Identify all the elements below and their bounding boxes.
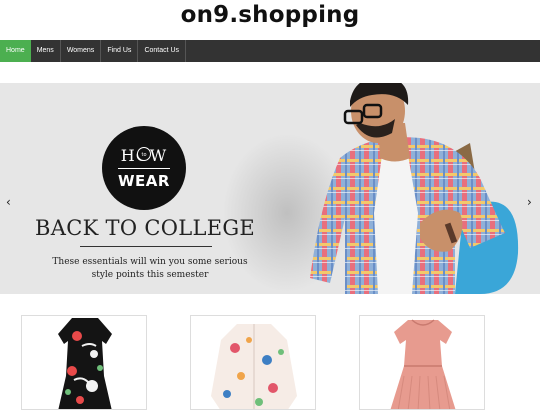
nav-item-home[interactable]: Home xyxy=(0,40,31,62)
banner-subtitle-line-2: style points this semester xyxy=(91,270,209,280)
site-title: on9.shopping xyxy=(180,2,360,28)
how-to-wear-badge: HOW to WEAR xyxy=(102,126,186,210)
badge-to-text: to xyxy=(137,147,151,161)
floral-white-blouse-image xyxy=(211,324,297,409)
hero-banner: HOW to WEAR BACK TO COLLEGE These essent… xyxy=(0,83,540,294)
main-nav: Home Mens Womens Find Us Contact Us xyxy=(0,40,540,62)
banner-subtitle-line-1: These essentials will win you some serio… xyxy=(52,257,248,267)
banner-heading: BACK TO COLLEGE xyxy=(35,216,256,240)
product-card[interactable] xyxy=(21,315,147,410)
product-card[interactable] xyxy=(190,315,316,410)
floral-black-dress-image xyxy=(58,318,112,409)
badge-wear-text: WEAR xyxy=(118,172,170,190)
banner-subtitle: These essentials will win you some serio… xyxy=(45,256,255,282)
carousel-next-arrow[interactable]: › xyxy=(527,195,532,209)
pink-knit-dress-image xyxy=(390,319,456,409)
product-card[interactable] xyxy=(359,315,485,410)
banner-heading-rule xyxy=(80,246,212,247)
nav-item-contact-us[interactable]: Contact Us xyxy=(138,40,187,62)
nav-item-find-us[interactable]: Find Us xyxy=(101,40,139,62)
nav-item-womens[interactable]: Womens xyxy=(61,40,102,62)
carousel-prev-arrow[interactable]: ‹ xyxy=(6,195,11,209)
badge-rule xyxy=(118,168,170,169)
nav-item-mens[interactable]: Mens xyxy=(31,40,61,62)
